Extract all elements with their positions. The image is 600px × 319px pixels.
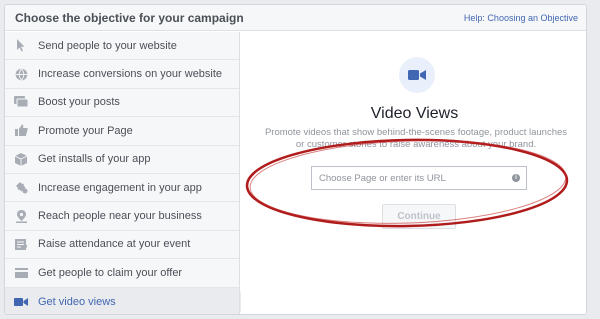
- sidebar-item-app-installs[interactable]: Get installs of your app: [5, 146, 239, 174]
- help-link[interactable]: Help: Choosing an Objective: [464, 13, 578, 23]
- objective-panel: Choose the objective for your campaign H…: [4, 4, 587, 315]
- thumbs-up-icon: [14, 124, 28, 138]
- box-icon: [14, 152, 28, 166]
- continue-button[interactable]: Continue: [382, 204, 456, 229]
- panel-header: Choose the objective for your campaign H…: [5, 5, 586, 31]
- video-camera-icon: [408, 70, 426, 80]
- calendar-icon: [14, 237, 28, 251]
- sidebar-item-label: Reach people near your business: [38, 210, 202, 223]
- sidebar-item-label: Boost your posts: [38, 96, 120, 109]
- sidebar-item-label: Get video views: [38, 295, 116, 308]
- sidebar-item-local-awareness[interactable]: Reach people near your business: [5, 202, 239, 231]
- sidebar-item-label: Promote your Page: [38, 124, 133, 137]
- sidebar-item-label: Get people to claim your offer: [38, 266, 183, 279]
- puzzle-icon: [14, 181, 28, 195]
- objective-description: Promote videos that show behind-the-scen…: [264, 127, 568, 150]
- globe-icon: [14, 67, 28, 81]
- sidebar-item-label: Send people to your website: [38, 39, 177, 52]
- sidebar-item-label: Get installs of your app: [38, 153, 151, 166]
- sidebar-item-website-clicks[interactable]: Send people to your website: [5, 32, 239, 61]
- video-objective-badge: [399, 57, 435, 93]
- sidebar-item-page-likes[interactable]: Promote your Page: [5, 117, 239, 146]
- page-title: Choose the objective for your campaign: [15, 11, 244, 25]
- sidebar-item-video-views[interactable]: Get video views: [5, 287, 250, 314]
- sidebar-item-event-responses[interactable]: Raise attendance at your event: [5, 231, 239, 260]
- objective-title: Video Views: [370, 105, 459, 122]
- offer-icon: [14, 266, 28, 280]
- cursor-icon: [14, 39, 28, 53]
- page-url-input[interactable]: [311, 166, 527, 190]
- sidebar-item-offer-claims[interactable]: Get people to claim your offer: [5, 259, 239, 288]
- objective-detail: Video Views Promote videos that show beh…: [241, 32, 586, 314]
- sidebar-item-label: Increase engagement in your app: [38, 181, 202, 194]
- objective-list: Send people to your website Increase con…: [5, 32, 250, 314]
- sidebar-item-app-engagement[interactable]: Increase engagement in your app: [5, 174, 239, 203]
- post-icon: [14, 95, 28, 109]
- sidebar-item-conversions[interactable]: Increase conversions on your website: [5, 60, 239, 89]
- sidebar-item-boost-posts[interactable]: Boost your posts: [5, 89, 239, 118]
- sidebar-item-label: Raise attendance at your event: [38, 238, 191, 251]
- sidebar-item-label: Increase conversions on your website: [38, 68, 223, 81]
- video-camera-icon: [14, 295, 28, 309]
- info-icon[interactable]: i: [512, 174, 520, 182]
- location-icon: [14, 209, 28, 223]
